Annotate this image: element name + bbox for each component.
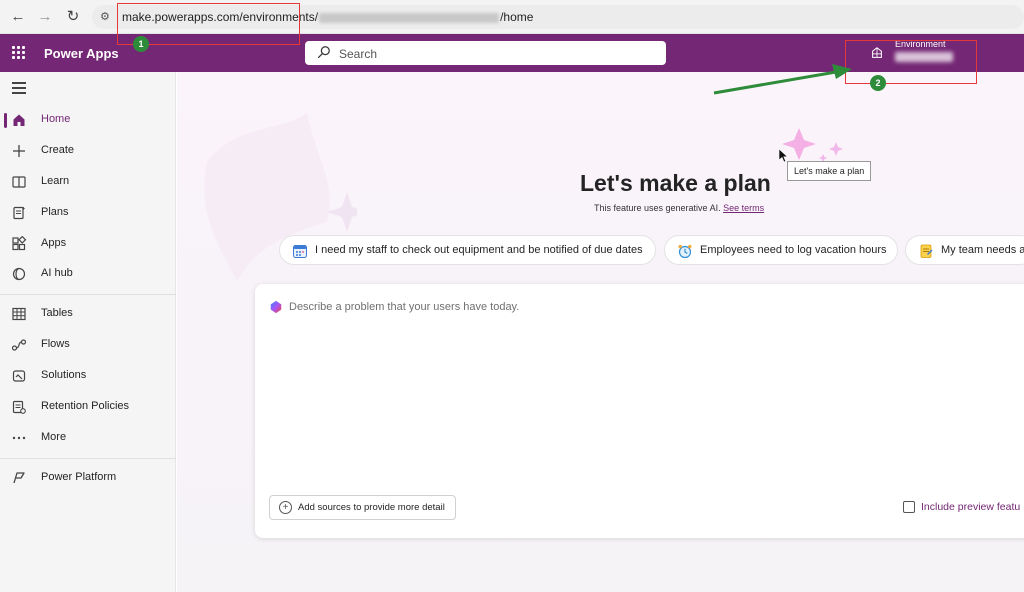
url-redacted [319,12,500,23]
main-content: Let's make a plan This feature uses gene… [177,72,1024,592]
suggestion-chip-team[interactable]: My team needs a [905,235,1024,265]
sidebar-item-retention-policies[interactable]: Retention Policies [0,393,176,421]
left-navigation: Home Create Learn Plans Apps AI hub Tabl… [0,72,176,592]
calendar-icon [293,245,307,258]
sidebar-item-label: Power Platform [41,471,117,483]
site-info-icon[interactable]: ⚙ [100,9,116,25]
flow-icon [11,339,27,351]
sidebar-item-ai-hub[interactable]: AI hub [0,260,176,288]
more-icon [12,436,26,440]
prompt-placeholder: Describe a problem that your users have … [289,301,520,313]
book-icon [12,176,26,188]
include-preview-label[interactable]: Include preview featu [921,501,1020,513]
home-icon [13,114,25,126]
sidebar-item-label: Learn [41,175,70,187]
chip-label: I need my staff to check out equipment a… [315,244,643,256]
sidebar-item-flows[interactable]: Flows [0,331,176,359]
hamburger-menu-icon[interactable] [12,82,26,94]
annotation-arrow [713,64,852,95]
suggestion-chip-vacation[interactable]: Employees need to log vacation hours [664,235,898,265]
annotation-badge-2: 2 [870,75,886,91]
ai-disclaimer-text: This feature uses generative AI. [594,203,721,213]
active-indicator [4,113,7,128]
sidebar-item-apps[interactable]: Apps [0,230,176,258]
see-terms-link[interactable]: See terms [723,203,764,213]
apps-icon [12,236,27,251]
sidebar-item-power-platform[interactable]: Power Platform [0,464,176,492]
sidebar-item-label: Flows [41,338,70,350]
annotation-box-environment [845,40,977,84]
search-icon [317,46,330,59]
ai-disclaimer: This feature uses generative AI. See ter… [594,203,764,213]
search-placeholder: Search [339,47,378,61]
sidebar-item-label: Tables [41,307,73,319]
annotation-badge-1: 1 [133,36,149,52]
sidebar-divider [0,294,176,295]
sidebar-item-more[interactable]: More [0,424,176,452]
suggestion-chip-equipment[interactable]: I need my staff to check out equipment a… [279,235,656,265]
notepad-icon [920,244,933,258]
power-platform-icon [13,472,25,484]
plus-icon [13,145,25,157]
sidebar-item-create[interactable]: Create [0,137,176,165]
prompt-textarea[interactable]: Describe a problem that your users have … [255,284,1024,538]
alarm-clock-icon [678,244,692,259]
add-circle-icon: + [279,501,292,514]
include-preview-checkbox[interactable] [903,501,915,513]
add-sources-button[interactable]: + Add sources to provide more detail [269,495,456,520]
chip-label: My team needs a [941,244,1024,256]
retention-icon [12,400,26,414]
sidebar-item-label: Plans [41,206,69,218]
sidebar-divider [0,458,176,459]
app-title[interactable]: Power Apps [44,46,119,61]
reload-button[interactable]: ↻ [63,7,83,27]
add-sources-label: Add sources to provide more detail [298,502,445,513]
sidebar-item-solutions[interactable]: Solutions [0,362,176,390]
sidebar-item-label: Solutions [41,369,87,381]
sidebar-item-home[interactable]: Home [0,106,176,134]
sidebar-item-label: Home [41,113,71,125]
back-button[interactable]: ← [8,7,28,27]
ai-hub-icon [12,267,26,281]
background-decoration [204,112,357,282]
search-input[interactable]: Search [305,41,666,65]
url-suffix: /home [500,10,534,24]
sidebar-item-label: Create [41,144,75,156]
sidebar-item-label: More [41,431,67,443]
sidebar-item-learn[interactable]: Learn [0,168,176,196]
tooltip: Let's make a plan [787,161,872,181]
copilot-icon [270,300,282,314]
sidebar-item-label: Retention Policies [41,400,130,412]
sidebar-item-plans[interactable]: Plans [0,199,176,227]
sidebar-item-label: Apps [41,237,67,249]
sidebar-item-label: AI hub [41,267,73,279]
solutions-icon [12,370,26,382]
plans-icon [13,206,26,220]
app-launcher-icon[interactable] [12,46,26,60]
table-icon [12,307,26,321]
sidebar-item-tables[interactable]: Tables [0,300,176,328]
page-title: Let's make a plan [580,170,771,196]
forward-button[interactable]: → [35,7,55,27]
chip-label: Employees need to log vacation hours [700,244,887,256]
